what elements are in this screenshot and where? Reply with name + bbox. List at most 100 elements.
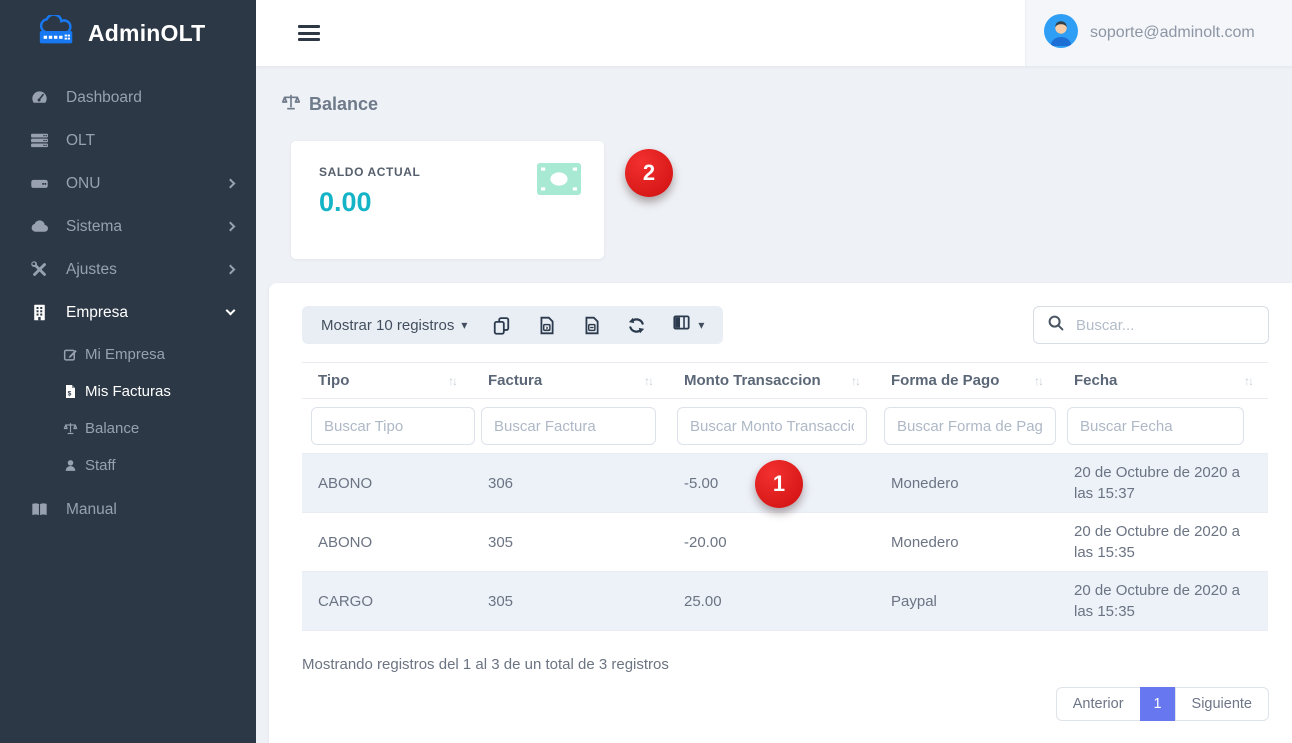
cell-monto: -20.00 <box>668 513 875 572</box>
pagination-next-button[interactable]: Siguiente <box>1175 687 1269 721</box>
cell-fecha: 20 de Octubre de 2020 a las 15:35 <box>1058 572 1268 631</box>
empresa-submenu: Mi Empresa $ Mis Facturas Balance <box>0 334 256 488</box>
sidebar-item-empresa[interactable]: Empresa <box>0 291 256 334</box>
length-select[interactable]: Mostrar 10 registros ▾ <box>321 317 467 334</box>
chevron-down-icon <box>226 306 236 316</box>
sort-icon: ↑↓ <box>448 374 456 388</box>
pagination-page-1-button[interactable]: 1 <box>1140 687 1176 721</box>
building-icon <box>30 303 49 322</box>
refresh-button[interactable] <box>627 316 647 334</box>
content-area: Balance SALDO ACTUAL 0.00 2 1 Mostrar 10… <box>256 66 1292 743</box>
table-row: CARGO 305 25.00 Paypal 20 de Octubre de … <box>302 572 1268 631</box>
user-menu[interactable]: soporte@adminolt.com <box>1025 0 1292 66</box>
filter-monto-input[interactable] <box>677 407 867 445</box>
pagination-previous-button[interactable]: Anterior <box>1056 687 1141 721</box>
table-info: Mostrando registros del 1 al 3 de un tot… <box>302 656 1269 673</box>
filter-tipo-input[interactable] <box>311 407 475 445</box>
balance-card: SALDO ACTUAL 0.00 <box>291 141 604 259</box>
sidebar-item-label: Dashboard <box>66 89 142 107</box>
table-row: ABONO 305 -20.00 Monedero 20 de Octubre … <box>302 513 1268 572</box>
app-title: AdminOLT <box>88 20 205 47</box>
columns-icon <box>672 313 691 337</box>
avatar <box>1044 14 1078 53</box>
column-header-fecha[interactable]: ↑↓ Fecha <box>1058 363 1268 399</box>
server-icon <box>30 131 49 150</box>
cloud-icon <box>30 217 49 236</box>
column-header-tipo[interactable]: ↑↓ Tipo <box>302 363 472 399</box>
cell-forma-pago: Monedero <box>875 513 1058 572</box>
cloud-olt-logo-icon <box>36 15 78 51</box>
scale-icon <box>281 92 301 117</box>
column-header-label: Monto Transaccion <box>684 372 821 389</box>
sidebar-item-dashboard[interactable]: Dashboard <box>0 76 256 119</box>
invoice-icon: $ <box>63 384 78 399</box>
chevron-right-icon <box>226 265 236 275</box>
cell-forma-pago: Paypal <box>875 572 1058 631</box>
book-icon <box>30 500 49 519</box>
page-title: Balance <box>281 92 378 117</box>
sidebar-item-staff[interactable]: Staff <box>0 447 256 484</box>
sort-icon: ↑↓ <box>851 374 859 388</box>
user-email: soporte@adminolt.com <box>1090 24 1255 42</box>
excel-export-button[interactable]: x <box>537 316 557 334</box>
column-header-label: Fecha <box>1074 372 1117 389</box>
column-visibility-button[interactable]: ▾ <box>672 313 704 337</box>
sidebar-item-mis-facturas[interactable]: $ Mis Facturas <box>0 373 256 410</box>
sidebar-item-ajustes[interactable]: Ajustes <box>0 248 256 291</box>
column-header-label: Tipo <box>318 372 349 389</box>
datatable-panel: Mostrar 10 registros ▾ x <box>269 283 1292 743</box>
user-icon <box>63 458 78 473</box>
edit-icon <box>63 347 78 362</box>
sidebar-item-label: Mi Empresa <box>85 346 165 363</box>
chevron-right-icon <box>226 179 236 189</box>
cell-fecha: 20 de Octubre de 2020 a las 15:35 <box>1058 513 1268 572</box>
sidebar-item-label: Empresa <box>66 304 128 322</box>
cell-monto: 25.00 <box>668 572 875 631</box>
search-input[interactable] <box>1076 317 1275 334</box>
column-header-factura[interactable]: ↑↓Factura <box>472 363 668 399</box>
tools-icon <box>30 260 49 279</box>
annotation-marker-2-label: 2 <box>643 160 655 186</box>
svg-text:$: $ <box>68 391 72 398</box>
menu-toggle-button[interactable] <box>298 25 320 41</box>
sidebar: AdminOLT Dashboard OLT ONU <box>0 0 256 743</box>
column-header-monto[interactable]: ↑↓ Monto Transaccion <box>668 363 875 399</box>
pagination: Anterior 1 Siguiente <box>1056 687 1269 721</box>
app-logo[interactable]: AdminOLT <box>0 0 256 66</box>
sidebar-item-sistema[interactable]: Sistema <box>0 205 256 248</box>
length-select-label: Mostrar 10 registros <box>321 317 454 334</box>
sidebar-item-label: Manual <box>66 501 117 519</box>
sidebar-item-balance[interactable]: Balance <box>0 410 256 447</box>
sidebar-item-label: Staff <box>85 457 116 474</box>
search-icon <box>1047 314 1065 337</box>
column-header-forma-pago[interactable]: ↑↓Forma de Pago <box>875 363 1058 399</box>
sidebar-item-olt[interactable]: OLT <box>0 119 256 162</box>
chevron-right-icon <box>226 222 236 232</box>
filter-forma-pago-input[interactable] <box>884 407 1056 445</box>
caret-down-icon: ▾ <box>698 318 704 332</box>
file-export-button[interactable] <box>582 316 602 334</box>
sidebar-item-onu[interactable]: ONU <box>0 162 256 205</box>
datatable-toolbar: Mostrar 10 registros ▾ x <box>302 306 723 344</box>
sidebar-item-label: OLT <box>66 132 95 150</box>
caret-down-icon: ▾ <box>461 318 467 332</box>
sort-icon: ↑↓ <box>1244 374 1252 388</box>
sort-icon: ↑↓ <box>1034 374 1042 388</box>
sidebar-item-manual[interactable]: Manual <box>0 488 256 531</box>
filter-fecha-input[interactable] <box>1067 407 1244 445</box>
page-title-text: Balance <box>309 94 378 115</box>
column-header-label: Factura <box>488 372 542 389</box>
money-bill-icon <box>536 161 582 202</box>
sidebar-item-label: Sistema <box>66 218 122 236</box>
device-icon <box>30 174 49 193</box>
annotation-marker-1: 1 <box>755 460 803 508</box>
cell-tipo: ABONO <box>302 454 472 513</box>
sidebar-item-mi-empresa[interactable]: Mi Empresa <box>0 336 256 373</box>
filter-factura-input[interactable] <box>481 407 656 445</box>
annotation-marker-1-label: 1 <box>773 471 785 497</box>
sidebar-nav: Dashboard OLT ONU Sistema <box>0 66 256 531</box>
gauge-icon <box>30 88 49 107</box>
scale-icon <box>63 421 78 436</box>
copy-button[interactable] <box>492 316 512 334</box>
cell-tipo: CARGO <box>302 572 472 631</box>
